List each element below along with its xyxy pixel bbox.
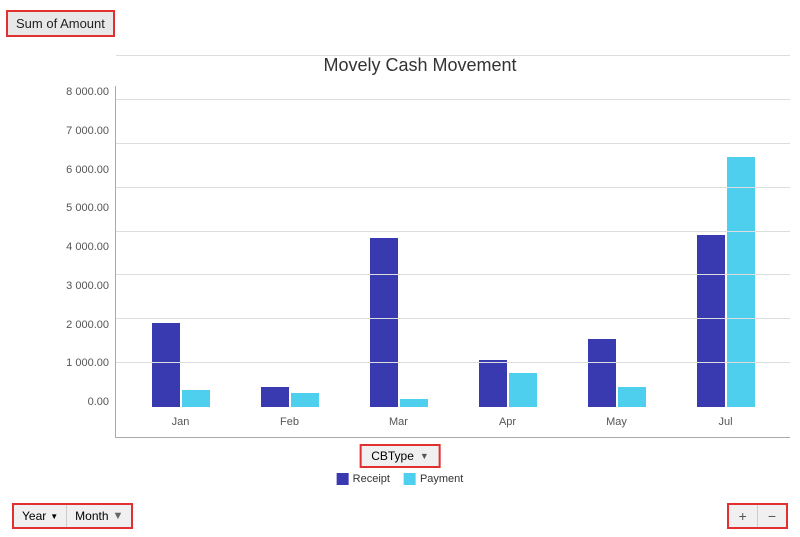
cbtype-button[interactable]: CBType ▼ <box>359 444 441 468</box>
chart-area: Movely Cash Movement 8 000.00 7 000.00 6 0… <box>50 55 790 437</box>
bar-group <box>479 360 537 407</box>
y-axis-label: 0.00 <box>88 396 109 408</box>
grid-line <box>116 362 790 363</box>
grid-line <box>116 99 790 100</box>
filter-group: Year ▼ Month ▼ <box>12 503 133 529</box>
y-axis-label: 6 000.00 <box>66 164 109 176</box>
bar-receipt <box>152 323 180 407</box>
year-filter-arrow: ▼ <box>50 512 58 521</box>
bars-pair <box>588 339 646 407</box>
zoom-group: + − <box>727 503 788 529</box>
bar-receipt <box>588 339 616 407</box>
year-filter-button[interactable]: Year ▼ <box>14 505 67 527</box>
y-axis-label: 5 000.00 <box>66 202 109 214</box>
bars-pair <box>697 157 755 407</box>
legend: Receipt Payment <box>337 473 464 485</box>
chart-title: Movely Cash Movement <box>50 55 790 76</box>
month-filter-label: Month <box>75 509 108 523</box>
legend-payment: Payment <box>404 473 463 485</box>
bar-group <box>697 157 755 407</box>
x-axis-label: Jul <box>696 416 756 428</box>
month-filter-button[interactable]: Month ▼ <box>67 505 131 527</box>
zoom-out-button[interactable]: − <box>758 505 786 527</box>
legend-receipt-color <box>337 473 349 485</box>
grid-line <box>116 55 790 56</box>
bar-group <box>261 387 319 407</box>
x-axis-label: Jan <box>151 416 211 428</box>
chart-body: 8 000.00 7 000.00 6 000.00 5 000.00 4 000.00… <box>50 86 790 438</box>
bar-receipt <box>479 360 507 407</box>
chart-inner: Jan Feb Mar Apr May Jul <box>115 86 790 438</box>
grid-line <box>116 187 790 188</box>
cbtype-arrow: ▼ <box>420 451 429 461</box>
x-axis-label: Mar <box>369 416 429 428</box>
bar-receipt <box>370 238 398 407</box>
bar-payment <box>291 393 319 407</box>
bar-payment <box>509 373 537 407</box>
cbtype-label: CBType <box>371 449 414 463</box>
bar-payment <box>182 390 210 407</box>
grid-line <box>116 143 790 144</box>
y-axis-label: 2 000.00 <box>66 319 109 331</box>
x-labels: Jan Feb Mar Apr May Jul <box>116 407 790 437</box>
y-axis-label: 7 000.00 <box>66 125 109 137</box>
legend-receipt-label: Receipt <box>353 473 390 485</box>
y-axis-label: 3 000.00 <box>66 280 109 292</box>
bar-payment <box>727 157 755 407</box>
bar-receipt <box>697 235 725 407</box>
bars-pair <box>370 238 428 407</box>
year-filter-label: Year <box>22 509 46 523</box>
bars-pair <box>261 387 319 407</box>
month-filter-funnel: ▼ <box>113 510 124 522</box>
zoom-in-button[interactable]: + <box>729 505 758 527</box>
bars-container <box>116 86 790 407</box>
grid-line <box>116 231 790 232</box>
grid-line <box>116 274 790 275</box>
y-axis-label: 4 000.00 <box>66 241 109 253</box>
bars-pair <box>152 323 210 407</box>
y-axis-label: 1 000.00 <box>66 357 109 369</box>
bars-pair <box>479 360 537 407</box>
sum-of-amount-label: Sum of Amount <box>6 10 115 37</box>
x-axis-label: May <box>587 416 647 428</box>
x-axis-label: Apr <box>478 416 538 428</box>
cbtype-area: CBType ▼ Receipt Payment <box>337 444 464 485</box>
legend-payment-label: Payment <box>420 473 463 485</box>
bar-group <box>588 339 646 407</box>
bottom-bar: Year ▼ Month ▼ + − <box>0 503 800 529</box>
bar-receipt <box>261 387 289 407</box>
legend-receipt: Receipt <box>337 473 390 485</box>
x-axis-label: Feb <box>260 416 320 428</box>
y-axis: 8 000.00 7 000.00 6 000.00 5 000.00 4 000.00… <box>50 86 115 438</box>
bar-group <box>370 238 428 407</box>
bar-group <box>152 323 210 407</box>
bar-payment <box>400 399 428 407</box>
y-axis-label: 8 000.00 <box>66 86 109 98</box>
legend-payment-color <box>404 473 416 485</box>
bar-payment <box>618 387 646 407</box>
grid-line <box>116 318 790 319</box>
